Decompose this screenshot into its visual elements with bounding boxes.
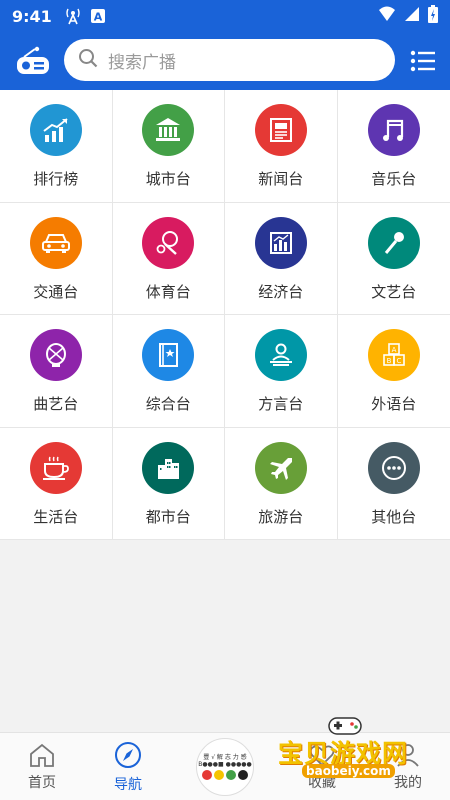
- gamepad-icon: [328, 717, 362, 735]
- notification-a-icon: A: [90, 8, 106, 24]
- svg-text:B: B: [386, 357, 391, 365]
- category-grid: 排行榜 城市台 新闻台 音乐台 交通台 体育台 经济台 文艺台 曲艺台 综合台 …: [0, 90, 450, 540]
- category-label: 综合台: [145, 395, 191, 413]
- logo-dots: [198, 770, 252, 780]
- category-label: 都市台: [145, 507, 191, 526]
- category-label: 文艺台: [371, 282, 417, 301]
- tab-home[interactable]: 首页: [0, 733, 84, 800]
- radio-logo-icon[interactable]: [14, 46, 52, 76]
- trending-chart-icon: [29, 104, 82, 156]
- airplane-icon: [254, 441, 307, 494]
- category-label: 音乐台: [371, 170, 417, 188]
- search-placeholder: 搜索广播: [108, 52, 176, 73]
- category-ranking[interactable]: 排行榜: [0, 90, 113, 203]
- category-label: 旅游台: [258, 507, 304, 526]
- music-note-icon: [367, 104, 420, 156]
- category-label: 新闻台: [258, 170, 304, 188]
- category-label: 经济台: [258, 282, 304, 301]
- city-buildings-icon: [142, 441, 195, 494]
- category-life[interactable]: 生活台: [0, 427, 113, 540]
- category-music[interactable]: 音乐台: [337, 90, 450, 203]
- app-bar: 搜索广播: [0, 32, 450, 90]
- category-dialect[interactable]: 方言台: [225, 315, 338, 428]
- watermark-overlay: 宝贝游戏网 baobeiy.com: [272, 716, 422, 786]
- list-menu-button[interactable]: [410, 48, 436, 74]
- status-bar: 9:41 A: [0, 0, 450, 32]
- category-arts[interactable]: 文艺台: [337, 203, 450, 315]
- category-other[interactable]: 其他台: [337, 428, 450, 540]
- compass-icon: [115, 742, 141, 768]
- abc-blocks-icon: ABC: [367, 329, 420, 381]
- category-label: 曲艺台: [33, 395, 79, 413]
- category-label: 方言台: [258, 395, 304, 413]
- category-label: 城市台: [145, 170, 191, 188]
- newspaper-icon: [254, 104, 307, 156]
- wifi-icon: [378, 6, 396, 26]
- tab-navigation[interactable]: 导航: [86, 733, 170, 800]
- category-metro[interactable]: 都市台: [112, 427, 225, 540]
- category-foreign[interactable]: ABC 外语台: [337, 315, 450, 428]
- category-economy[interactable]: 经济台: [225, 202, 338, 315]
- coffee-cup-icon: [29, 441, 82, 494]
- category-label: 生活台: [33, 507, 79, 526]
- speaker-person-icon: [254, 329, 307, 381]
- svg-text:A: A: [94, 11, 103, 24]
- watermark-url: baobeiy.com: [302, 764, 395, 778]
- svg-text:C: C: [396, 357, 401, 365]
- car-icon: [29, 216, 82, 269]
- opera-mask-icon: [29, 329, 82, 381]
- center-logo-button[interactable]: 豐 √ 解 志 力 感 B●●●■ ●●●●●: [196, 738, 254, 796]
- search-input[interactable]: 搜索广播: [64, 39, 395, 81]
- bank-building-icon: [142, 104, 195, 156]
- broadcast-tower-icon: [64, 7, 82, 25]
- cell-signal-icon: [404, 6, 420, 26]
- status-time: 9:41: [12, 6, 52, 26]
- list-menu-icon: [410, 50, 435, 72]
- category-label: 交通台: [33, 282, 79, 301]
- bar-chart-icon: [254, 216, 307, 269]
- category-opera[interactable]: 曲艺台: [0, 315, 113, 428]
- more-dots-icon: [367, 441, 420, 494]
- category-news[interactable]: 新闻台: [225, 90, 338, 203]
- search-icon: [78, 48, 98, 72]
- category-sports[interactable]: 体育台: [112, 202, 225, 315]
- category-label: 其他台: [371, 507, 417, 526]
- category-travel[interactable]: 旅游台: [225, 427, 338, 540]
- category-city[interactable]: 城市台: [112, 90, 225, 203]
- book-star-icon: [142, 329, 195, 381]
- microphone-icon: [367, 216, 420, 269]
- home-icon: [30, 743, 54, 767]
- category-label: 排行榜: [33, 170, 79, 188]
- svg-text:A: A: [391, 346, 396, 354]
- category-label: 体育台: [145, 282, 191, 301]
- racket-ball-icon: [142, 216, 195, 269]
- category-traffic[interactable]: 交通台: [0, 202, 113, 315]
- battery-icon: [428, 5, 438, 27]
- category-general[interactable]: 综合台: [112, 315, 225, 428]
- category-label: 外语台: [371, 395, 417, 413]
